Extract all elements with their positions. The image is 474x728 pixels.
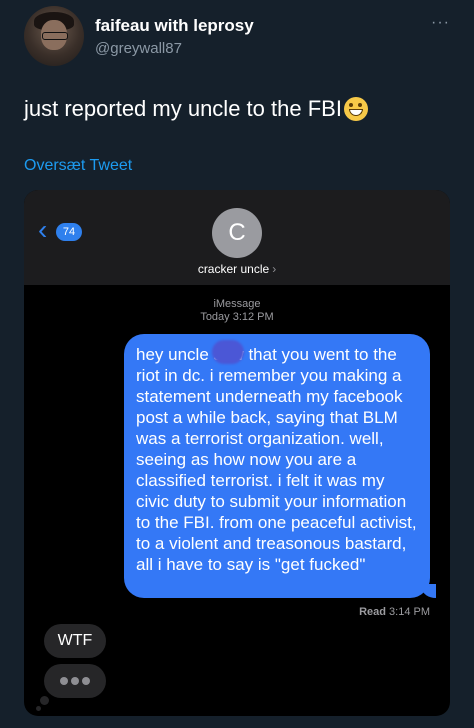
back-chevron-icon[interactable]: ‹ xyxy=(38,216,47,244)
avatar-glasses xyxy=(42,32,68,40)
typing-dot xyxy=(60,677,68,685)
typing-tail xyxy=(36,706,41,711)
typing-dot xyxy=(71,677,79,685)
service-label: iMessage xyxy=(213,298,261,310)
user-avatar[interactable] xyxy=(24,6,84,66)
outgoing-message-bubble[interactable]: hey uncle saw that you went to the riot … xyxy=(124,334,436,598)
typing-dot xyxy=(82,677,90,685)
typing-indicator xyxy=(44,664,106,698)
message-timestamp: Today 3:12 PM xyxy=(200,311,274,323)
contact-avatar[interactable]: C xyxy=(212,208,262,258)
imessage-header: ‹ 74 C cracker uncle › xyxy=(24,190,450,285)
embedded-screenshot[interactable]: ‹ 74 C cracker uncle › iMessage Today 3:1… xyxy=(24,190,450,716)
redacted-name-scribble xyxy=(212,340,244,364)
typing-tail xyxy=(40,696,49,705)
tweet-text: just reported my uncle to the FBI xyxy=(24,96,368,122)
translate-tweet-link[interactable]: Oversæt Tweet xyxy=(24,157,132,175)
read-label: Read xyxy=(359,606,386,618)
tweet-header: faifeau with leprosy @greywall87 ··· xyxy=(0,0,474,80)
contact-name[interactable]: cracker uncle › xyxy=(24,262,450,276)
read-receipt: Read 3:14 PM xyxy=(359,606,430,618)
grinning-emoji-icon xyxy=(343,97,368,121)
read-time: 3:14 PM xyxy=(389,606,430,618)
user-handle[interactable]: @greywall87 xyxy=(95,40,182,57)
display-name[interactable]: faifeau with leprosy xyxy=(95,16,254,36)
unread-count-badge: 74 xyxy=(56,223,82,241)
contact-name-label: cracker uncle xyxy=(197,262,270,276)
chevron-right-icon: › xyxy=(272,262,277,276)
outgoing-message-text: hey uncle saw that you went to the riot … xyxy=(136,345,417,574)
tweet-body: just reported my uncle to the FBI xyxy=(24,96,342,121)
incoming-message-bubble[interactable]: WTF xyxy=(44,624,106,658)
more-options-icon[interactable]: ··· xyxy=(431,14,450,32)
